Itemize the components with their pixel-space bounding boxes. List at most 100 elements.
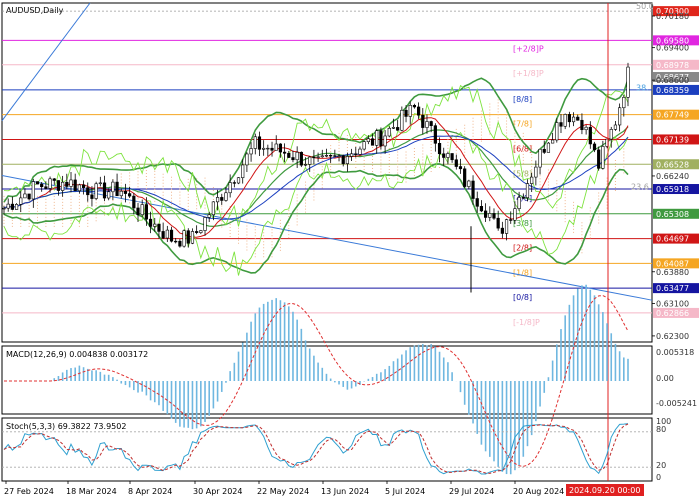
candle-body xyxy=(69,179,73,187)
candle-body xyxy=(94,183,98,199)
candle-body xyxy=(52,178,56,181)
candle-body xyxy=(525,183,530,199)
candle-body xyxy=(324,155,329,157)
candle-body xyxy=(90,194,94,199)
candle-body xyxy=(475,198,479,207)
candle-body xyxy=(446,153,450,158)
candle-body xyxy=(571,116,576,123)
candle-body xyxy=(563,114,567,127)
time-label: 20 Aug 2024 xyxy=(513,487,564,496)
candle-body xyxy=(613,124,618,130)
candle-body xyxy=(379,130,383,147)
candle-body xyxy=(534,166,538,178)
candle-body xyxy=(220,197,224,201)
murrey-label: [2/8] xyxy=(513,244,532,253)
candle-body xyxy=(153,223,157,227)
candle-body xyxy=(312,156,316,159)
candle-body xyxy=(165,229,169,239)
candle-body xyxy=(463,168,467,187)
fib-mark: 23.6 xyxy=(631,183,649,192)
candle-body xyxy=(320,155,324,158)
candle-body xyxy=(23,193,27,199)
candle-body xyxy=(48,178,52,189)
time-label: 8 Apr 2024 xyxy=(128,487,172,496)
price-label: 0.62866 xyxy=(656,309,689,318)
price-label: 0.69400 xyxy=(656,44,689,53)
candle-body xyxy=(576,116,580,121)
murrey-label: [1/8] xyxy=(513,268,532,277)
candle-body xyxy=(178,240,182,247)
candle-body xyxy=(157,223,161,232)
candle-body xyxy=(140,204,144,216)
candle-body xyxy=(282,151,287,154)
macd-axis-label: 0.005318 xyxy=(656,348,694,357)
candle-body xyxy=(2,207,6,210)
candle-body xyxy=(400,109,404,131)
candle-body xyxy=(597,149,601,169)
candle-body xyxy=(144,204,148,220)
price-label: 0.68359 xyxy=(656,86,689,95)
macd-label: MACD(12,26,9) 0.004838 0.003172 xyxy=(6,350,148,359)
time-label: 5 Jul 2024 xyxy=(385,487,425,496)
price-label: 0.67749 xyxy=(656,111,689,120)
fib-mark: 38. xyxy=(636,83,649,92)
candle-body xyxy=(521,197,525,199)
candle-body xyxy=(123,190,128,194)
fib-mark: 50.0 xyxy=(636,2,654,11)
candle-body xyxy=(509,219,513,221)
murrey-label: [+2/8]P xyxy=(513,44,544,53)
price-label: 0.63880 xyxy=(656,268,689,277)
time-label: 29 Jul 2024 xyxy=(449,487,494,496)
price-label: 0.64697 xyxy=(656,235,689,244)
candle-body xyxy=(580,119,584,131)
trading-terminal-chart: AUDUSD,Daily [+2/8]P [+1/8]P [8/8] [7/8] [6/8… xyxy=(0,0,700,500)
candle-body xyxy=(329,155,333,157)
candle-body xyxy=(354,153,358,155)
candle-body xyxy=(169,229,174,242)
price-label: 0.68600 xyxy=(656,76,689,85)
stoch-axis-label: 80 xyxy=(656,425,666,434)
candle-body xyxy=(358,148,362,155)
candle-body xyxy=(530,176,534,184)
candle-body xyxy=(14,204,19,210)
candle-body xyxy=(257,136,262,150)
candle-body xyxy=(207,214,211,218)
candle-body xyxy=(115,181,119,197)
price-label: 0.63100 xyxy=(656,299,689,308)
candle-body xyxy=(513,208,517,221)
chart-canvas[interactable]: AUDUSD,Daily[+2/8]P[+1/8]P[8/8][7/8][6/8… xyxy=(0,0,700,500)
candle-body xyxy=(119,190,123,197)
candle-body xyxy=(182,230,186,247)
candle-body xyxy=(362,141,366,150)
candle-body xyxy=(467,180,471,187)
candle-body xyxy=(6,203,10,209)
price-axis: 0.703000.701800.695800.694000.689780.686… xyxy=(652,6,699,341)
candle-body xyxy=(287,153,291,158)
candle-body xyxy=(437,143,442,155)
price-label: 0.66528 xyxy=(656,160,689,169)
candle-body xyxy=(253,136,257,149)
candle-body xyxy=(408,105,412,117)
candle-body xyxy=(299,151,303,166)
candle-body xyxy=(417,106,421,116)
murrey-label: [-1/8]P xyxy=(513,318,540,327)
candle-body xyxy=(442,153,446,158)
candle-body xyxy=(241,164,245,179)
candle-body xyxy=(479,206,484,212)
price-label: 0.65308 xyxy=(656,210,689,219)
candle-body xyxy=(249,148,253,155)
candle-body xyxy=(291,157,295,161)
candle-body xyxy=(496,217,500,229)
candle-body xyxy=(366,138,370,142)
murrey-label: [+1/8]P xyxy=(513,69,544,78)
candle-body xyxy=(148,218,153,227)
candle-body xyxy=(396,127,400,131)
candle-body xyxy=(128,193,132,197)
price-label: 0.67139 xyxy=(656,135,689,144)
candle-body xyxy=(203,217,207,231)
candle-body xyxy=(370,138,375,146)
candle-body xyxy=(345,156,350,164)
candle-body xyxy=(266,147,270,150)
candle-body xyxy=(429,121,433,126)
time-label: 13 Jun 2024 xyxy=(321,487,369,496)
